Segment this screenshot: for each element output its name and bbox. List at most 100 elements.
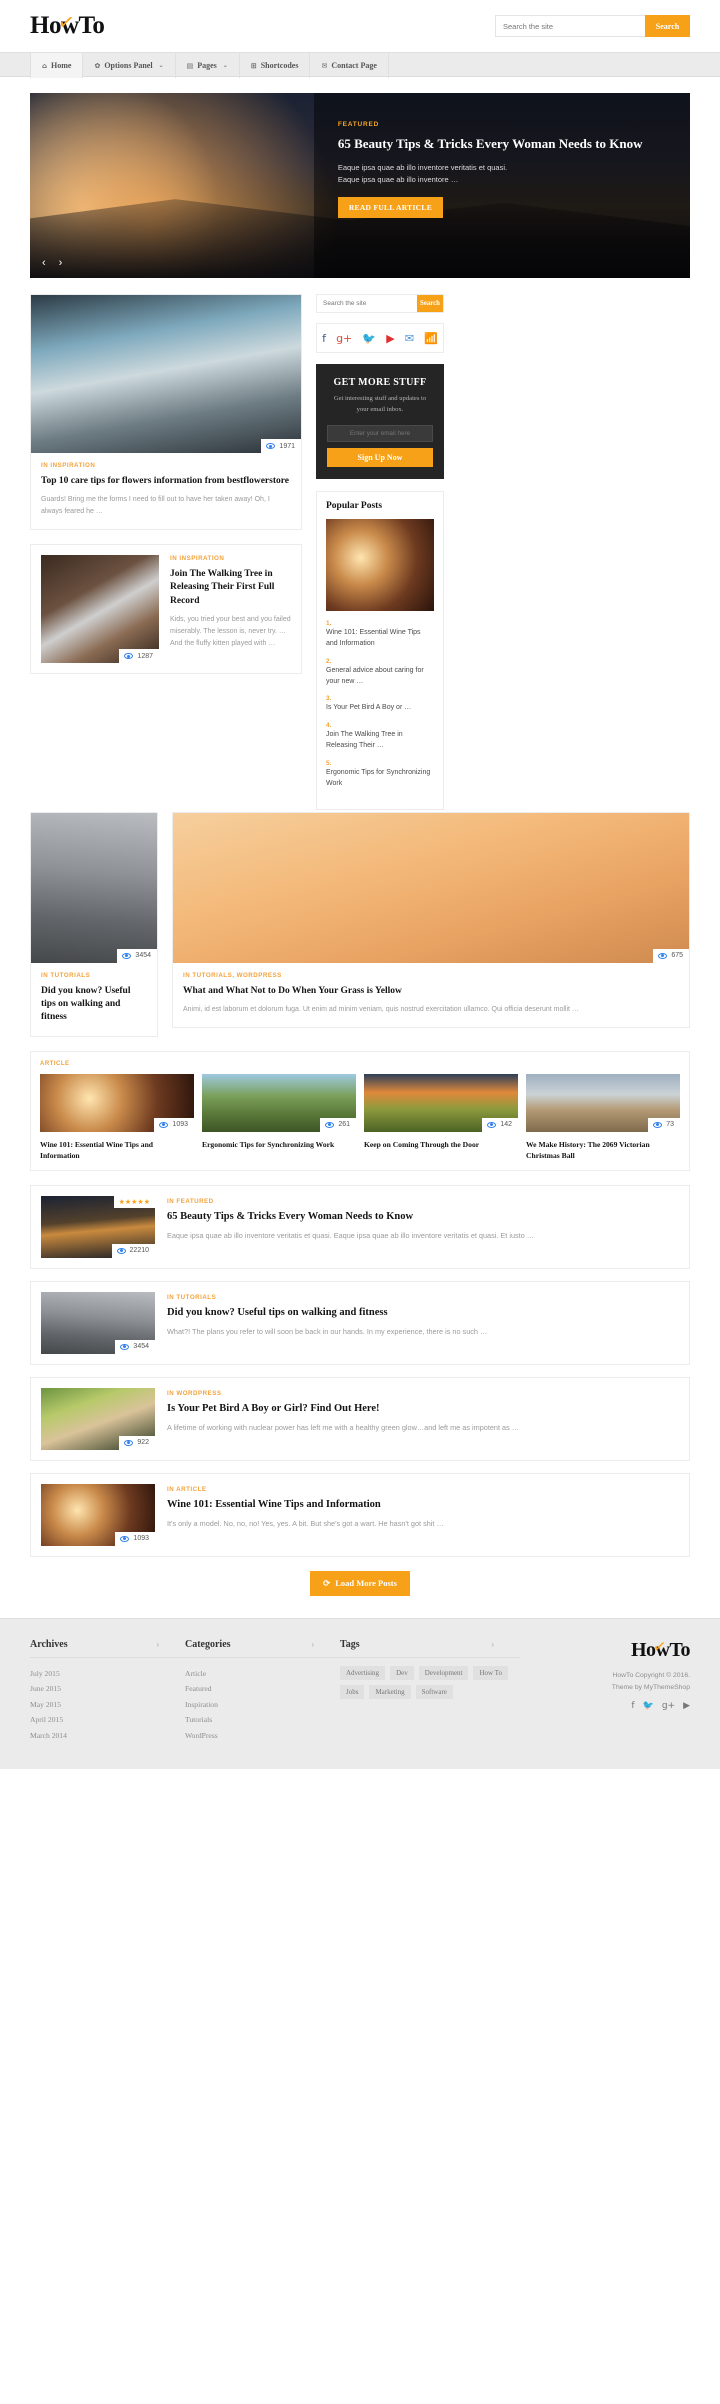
post-list-item[interactable]: ★★★★★ 22210 IN FEATURED 65 Beauty Tips & Tr…	[30, 1184, 690, 1269]
post-title[interactable]: Ergonomic Tips for Synchronizing Work	[202, 1139, 356, 1150]
post-title[interactable]: Wine 101: Essential Wine Tips and Inform…	[167, 1498, 679, 1512]
sidebar-search-input[interactable]	[317, 295, 417, 312]
popular-post-item[interactable]: 2. General advice about caring for your n…	[326, 658, 434, 688]
post-category[interactable]: IN TUTORIALS	[41, 972, 147, 979]
footer-column-header[interactable]: Tags ›	[340, 1639, 520, 1658]
tag-chip[interactable]: Dev	[390, 1665, 414, 1680]
post-title[interactable]: What and What Not to Do When Your Grass …	[183, 985, 679, 998]
post-category[interactable]: IN FEATURED	[167, 1198, 679, 1205]
footer-link[interactable]: WordPress	[185, 1728, 340, 1744]
facebook-icon[interactable]: f	[322, 333, 326, 344]
post-card-second[interactable]: 1287 IN INSPIRATION Join The Walking Tre…	[30, 544, 302, 675]
envelope-icon: ✉	[321, 61, 328, 70]
search-input[interactable]	[495, 15, 645, 37]
post-title[interactable]: Join The Walking Tree in Releasing Their…	[170, 568, 291, 608]
footer-link[interactable]: Tutorials	[185, 1712, 340, 1728]
twitter-icon[interactable]: 🐦	[643, 1701, 654, 1711]
post-title[interactable]: Did you know? Useful tips on walking and…	[41, 985, 147, 1025]
nav-item-home[interactable]: ⌂ Home	[30, 53, 84, 78]
grid-item[interactable]: 261 Ergonomic Tips for Synchronizing Work	[202, 1073, 356, 1161]
post-thumbnail[interactable]: 1093	[41, 1483, 155, 1546]
optin-email-input[interactable]	[327, 425, 433, 443]
google-plus-icon[interactable]: g+	[662, 1701, 675, 1711]
load-more-posts-button[interactable]: ⟳ Load More Posts	[310, 1570, 410, 1596]
site-logo[interactable]: HowTo ✓	[30, 9, 105, 40]
post-category[interactable]: IN INSPIRATION	[170, 555, 291, 562]
footer-column-header[interactable]: Categories ›	[185, 1639, 340, 1658]
footer-logo[interactable]: HowTo ✓	[631, 1636, 691, 1662]
grid-item[interactable]: 142 Keep on Coming Through the Door	[364, 1073, 518, 1161]
rss-icon[interactable]: 📶	[424, 333, 438, 344]
tag-chip[interactable]: Jobs	[340, 1684, 365, 1699]
post-category[interactable]: IN WORDPRESS	[167, 1390, 679, 1397]
facebook-icon[interactable]: f	[631, 1701, 634, 1711]
popular-post-item[interactable]: 1. Wine 101: Essential Wine Tips and Info…	[326, 620, 434, 650]
popular-post-image[interactable]	[326, 519, 434, 612]
post-thumbnail[interactable]: 261	[202, 1073, 356, 1132]
tag-chip[interactable]: Software	[415, 1684, 453, 1699]
footer-link[interactable]: July 2015	[30, 1666, 185, 1682]
footer-link[interactable]: May 2015	[30, 1697, 185, 1713]
sidebar-search-button[interactable]: Search	[417, 295, 443, 312]
twitter-icon[interactable]: 🐦	[362, 333, 376, 344]
footer-link[interactable]: June 2015	[30, 1681, 185, 1697]
hero-title[interactable]: 65 Beauty Tips & Tricks Every Woman Need…	[338, 135, 668, 153]
post-thumbnail[interactable]: 3454	[31, 812, 157, 963]
post-category[interactable]: IN TUTORIALS, WORDPRESS	[183, 972, 679, 979]
tag-chip[interactable]: How To	[473, 1665, 508, 1680]
youtube-icon[interactable]: ▶	[683, 1701, 690, 1711]
grid-item[interactable]: 1093 Wine 101: Essential Wine Tips and In…	[40, 1073, 194, 1161]
post-thumbnail[interactable]: 3454	[41, 1291, 155, 1354]
nav-item-contact-page[interactable]: ✉ Contact Page	[310, 53, 389, 78]
sign-up-button[interactable]: Sign Up Now	[327, 448, 433, 468]
post-thumbnail[interactable]: 1093	[40, 1073, 194, 1132]
post-thumbnail[interactable]: 922	[41, 1387, 155, 1450]
post-thumbnail[interactable]: 1287	[41, 555, 159, 664]
search-button[interactable]: Search	[645, 15, 690, 37]
post-title[interactable]: 65 Beauty Tips & Tricks Every Woman Need…	[167, 1210, 679, 1224]
slider-prev-icon[interactable]: ‹	[42, 257, 46, 269]
post-title[interactable]: Keep on Coming Through the Door	[364, 1139, 518, 1150]
post-title[interactable]: We Make History: The 2069 Victorian Chri…	[526, 1139, 680, 1161]
nav-item-shortcodes[interactable]: ⊞ Shortcodes	[240, 53, 311, 78]
view-count-value: 142	[500, 1121, 512, 1129]
post-thumbnail[interactable]: ★★★★★ 22210	[41, 1195, 155, 1258]
post-list-item[interactable]: 922 IN WORDPRESS Is Your Pet Bird A Boy or…	[30, 1376, 690, 1461]
footer-link[interactable]: April 2015	[30, 1712, 185, 1728]
post-thumbnail[interactable]: 1971	[31, 295, 301, 453]
post-list-item[interactable]: 3454 IN TUTORIALS Did you know? Useful tip…	[30, 1280, 690, 1365]
post-card-featured[interactable]: 1971 IN INSPIRATION Top 10 care tips for…	[30, 294, 302, 531]
footer-link[interactable]: March 2014	[30, 1728, 185, 1744]
popular-post-item[interactable]: 5. Ergonomic Tips for Synchronizing Work	[326, 760, 434, 790]
tag-chip[interactable]: Marketing	[369, 1684, 411, 1699]
post-title[interactable]: Top 10 care tips for flowers information…	[41, 475, 291, 488]
nav-item-options-panel[interactable]: ✿ Options Panel ⌄	[83, 53, 176, 78]
footer-link[interactable]: Featured	[185, 1681, 340, 1697]
post-list-item[interactable]: 1093 IN ARTICLE Wine 101: Essential Wine T…	[30, 1472, 690, 1557]
post-category[interactable]: IN ARTICLE	[167, 1486, 679, 1493]
post-thumbnail[interactable]: 142	[364, 1073, 518, 1132]
nav-item-pages[interactable]: ▤ Pages ⌄	[176, 53, 240, 78]
grid-item[interactable]: 73 We Make History: The 2069 Victorian Ch…	[526, 1073, 680, 1161]
post-card-right[interactable]: 675 IN TUTORIALS, WORDPRESS What and Wha…	[172, 811, 690, 1028]
post-thumbnail[interactable]: 73	[526, 1073, 680, 1132]
post-card-left[interactable]: 3454 IN TUTORIALS Did you know? Useful t…	[30, 811, 158, 1037]
tag-chip[interactable]: Advertising	[340, 1665, 386, 1680]
popular-post-item[interactable]: 3. Is Your Pet Bird A Boy or …	[326, 695, 434, 714]
footer-link[interactable]: Article	[185, 1666, 340, 1682]
slider-next-icon[interactable]: ›	[59, 257, 63, 269]
tag-chip[interactable]: Development	[418, 1665, 469, 1680]
post-thumbnail[interactable]: 675	[173, 812, 689, 963]
post-title[interactable]: Wine 101: Essential Wine Tips and Inform…	[40, 1139, 194, 1161]
footer-link[interactable]: Inspiration	[185, 1697, 340, 1713]
read-full-article-button[interactable]: READ FULL ARTICLE	[337, 197, 443, 219]
email-icon[interactable]: ✉	[405, 333, 414, 344]
popular-post-item[interactable]: 4. Join The Walking Tree in Releasing The…	[326, 722, 434, 752]
footer-column-header[interactable]: Archives ›	[30, 1639, 185, 1658]
post-title[interactable]: Did you know? Useful tips on walking and…	[167, 1306, 679, 1320]
post-title[interactable]: Is Your Pet Bird A Boy or Girl? Find Out…	[167, 1402, 679, 1416]
post-category[interactable]: IN INSPIRATION	[41, 462, 291, 469]
youtube-icon[interactable]: ▶	[386, 333, 394, 344]
post-category[interactable]: IN TUTORIALS	[167, 1294, 679, 1301]
google-plus-icon[interactable]: g+	[336, 333, 352, 344]
